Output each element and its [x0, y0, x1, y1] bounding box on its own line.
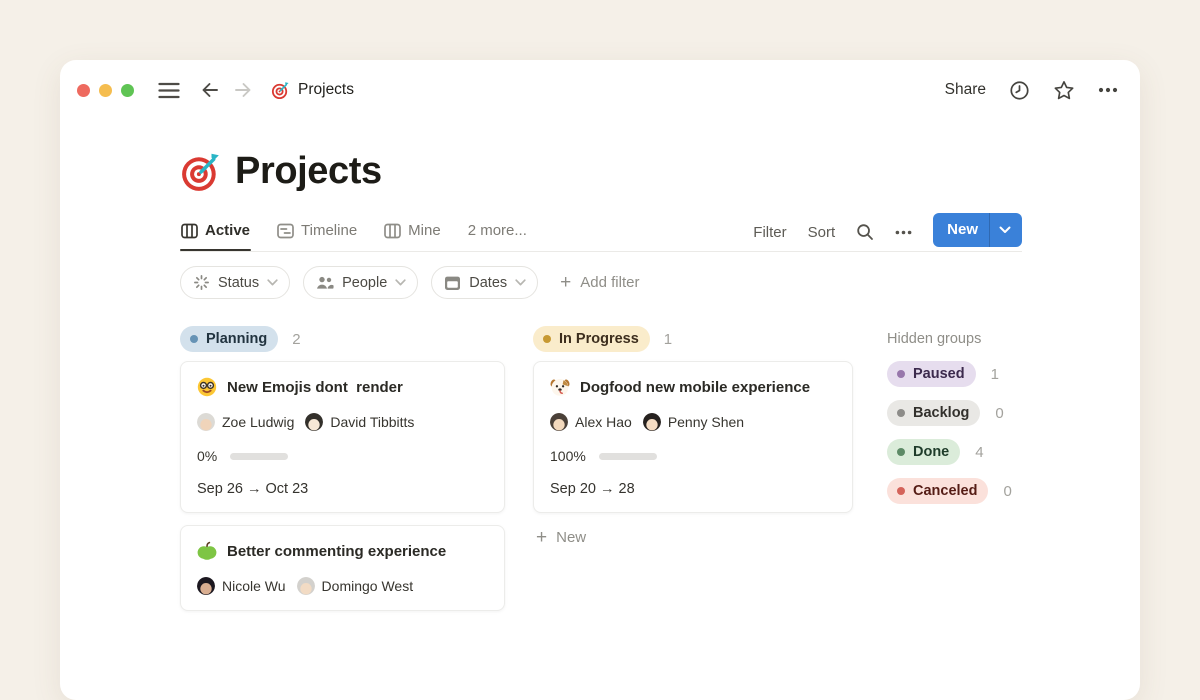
card-date-range: Sep 20 → 28	[550, 481, 836, 497]
card-title: Better commenting experience	[227, 543, 446, 560]
document-title: Projects	[298, 81, 354, 99]
column-planning: Planning 2 New Emojis	[180, 326, 505, 623]
green-apple-icon	[197, 541, 217, 561]
titlebar: Projects Share	[60, 60, 1140, 108]
group-count: 1	[991, 366, 999, 383]
tab-mine[interactable]: Mine	[383, 214, 442, 250]
avatar	[197, 577, 215, 595]
progress-label: 100%	[550, 448, 586, 464]
tab-timeline[interactable]: Timeline	[276, 214, 358, 250]
group-count: 4	[975, 444, 983, 461]
assignee: Penny Shen	[643, 413, 744, 431]
status-dot	[897, 409, 905, 417]
disguised-face-icon	[197, 377, 217, 397]
chevron-down-icon[interactable]	[990, 226, 1022, 234]
card-dogfood-mobile[interactable]: Dogfood new mobile experience Alex Hao P…	[533, 361, 853, 513]
status-dot	[190, 335, 198, 343]
avatar	[297, 577, 315, 595]
card-title: New Emojis dont render	[227, 379, 403, 396]
group-count: 0	[1003, 483, 1011, 500]
maximize-window-button[interactable]	[121, 84, 134, 97]
add-filter-button[interactable]: + Add filter	[560, 273, 639, 292]
minimize-window-button[interactable]	[99, 84, 112, 97]
sidebar-menu-icon[interactable]	[158, 82, 180, 99]
dates-filter-chip[interactable]: Dates	[431, 266, 538, 299]
assignee: Zoe Ludwig	[197, 413, 294, 431]
assignee: Domingo West	[297, 577, 414, 595]
chevron-down-icon	[267, 279, 278, 286]
filter-button[interactable]: Filter	[753, 224, 786, 241]
board-icon	[384, 223, 401, 239]
plus-icon: +	[536, 528, 547, 547]
favorite-star-icon[interactable]	[1053, 80, 1075, 101]
page-title: Projects	[235, 150, 382, 193]
progress-bar	[230, 453, 288, 460]
chevron-down-icon	[515, 279, 526, 286]
filter-bar: Status People Date	[180, 266, 1022, 299]
kanban-board: Planning 2 New Emojis	[180, 326, 1022, 623]
status-dot	[897, 487, 905, 495]
tab-more-views[interactable]: 2 more...	[467, 214, 528, 250]
back-arrow-icon[interactable]	[200, 81, 220, 99]
hidden-group-backlog[interactable]: Backlog	[887, 400, 980, 426]
hidden-groups-title: Hidden groups	[887, 326, 981, 352]
status-dot	[543, 335, 551, 343]
share-button[interactable]: Share	[945, 81, 986, 99]
dog-face-icon	[550, 377, 570, 397]
calendar-icon	[444, 275, 461, 291]
view-tabs-row: Active Timeline Mine 2 more... Filter So…	[180, 213, 1022, 252]
new-button[interactable]: New	[933, 213, 1022, 247]
assignee: Nicole Wu	[197, 577, 286, 595]
assignee: David Tibbitts	[305, 413, 414, 431]
card-title: Dogfood new mobile experience	[580, 379, 810, 396]
column-header-in-progress[interactable]: In Progress	[533, 326, 650, 352]
hidden-group-done[interactable]: Done	[887, 439, 960, 465]
avatar	[305, 413, 323, 431]
people-filter-chip[interactable]: People	[303, 266, 418, 299]
forward-arrow-icon[interactable]	[233, 81, 253, 99]
target-icon	[271, 81, 290, 100]
chevron-down-icon	[395, 279, 406, 286]
status-filter-chip[interactable]: Status	[180, 266, 290, 299]
close-window-button[interactable]	[77, 84, 90, 97]
status-dot	[897, 370, 905, 378]
plus-icon: +	[560, 273, 571, 292]
app-window: Projects Share	[60, 60, 1140, 700]
people-icon	[316, 276, 334, 290]
progress-bar	[599, 453, 657, 460]
card-date-range: Sep 26 → Oct 23	[197, 481, 488, 497]
search-icon[interactable]	[856, 223, 874, 241]
column-count: 1	[664, 331, 672, 348]
target-emoji-icon	[180, 151, 222, 193]
traffic-lights	[77, 84, 134, 97]
card-better-commenting[interactable]: Better commenting experience Nicole Wu D…	[180, 525, 505, 611]
avatar	[643, 413, 661, 431]
page-header: Projects	[180, 150, 1022, 193]
timeline-icon	[277, 223, 294, 239]
hidden-groups-panel: Hidden groups Paused 1 Backlog	[887, 326, 1022, 517]
progress-label: 0%	[197, 448, 217, 464]
hidden-group-paused[interactable]: Paused	[887, 361, 976, 387]
status-icon	[193, 274, 210, 291]
column-in-progress: In Progress 1	[533, 326, 853, 547]
breadcrumb[interactable]: Projects	[271, 81, 354, 100]
status-dot	[897, 448, 905, 456]
tab-active[interactable]: Active	[180, 214, 251, 250]
card-new-emojis[interactable]: New Emojis dont render Zoe Ludwig David …	[180, 361, 505, 513]
avatar	[197, 413, 215, 431]
more-options-icon[interactable]	[1098, 87, 1118, 93]
column-header-planning[interactable]: Planning	[180, 326, 278, 352]
hidden-group-canceled[interactable]: Canceled	[887, 478, 988, 504]
view-more-icon[interactable]	[895, 230, 912, 235]
assignee: Alex Hao	[550, 413, 632, 431]
board-icon	[181, 223, 198, 239]
column-count: 2	[292, 331, 300, 348]
add-card-button[interactable]: + New	[533, 528, 853, 547]
avatar	[550, 413, 568, 431]
history-clock-icon[interactable]	[1009, 80, 1030, 101]
sort-button[interactable]: Sort	[808, 224, 836, 241]
group-count: 0	[995, 405, 1003, 422]
